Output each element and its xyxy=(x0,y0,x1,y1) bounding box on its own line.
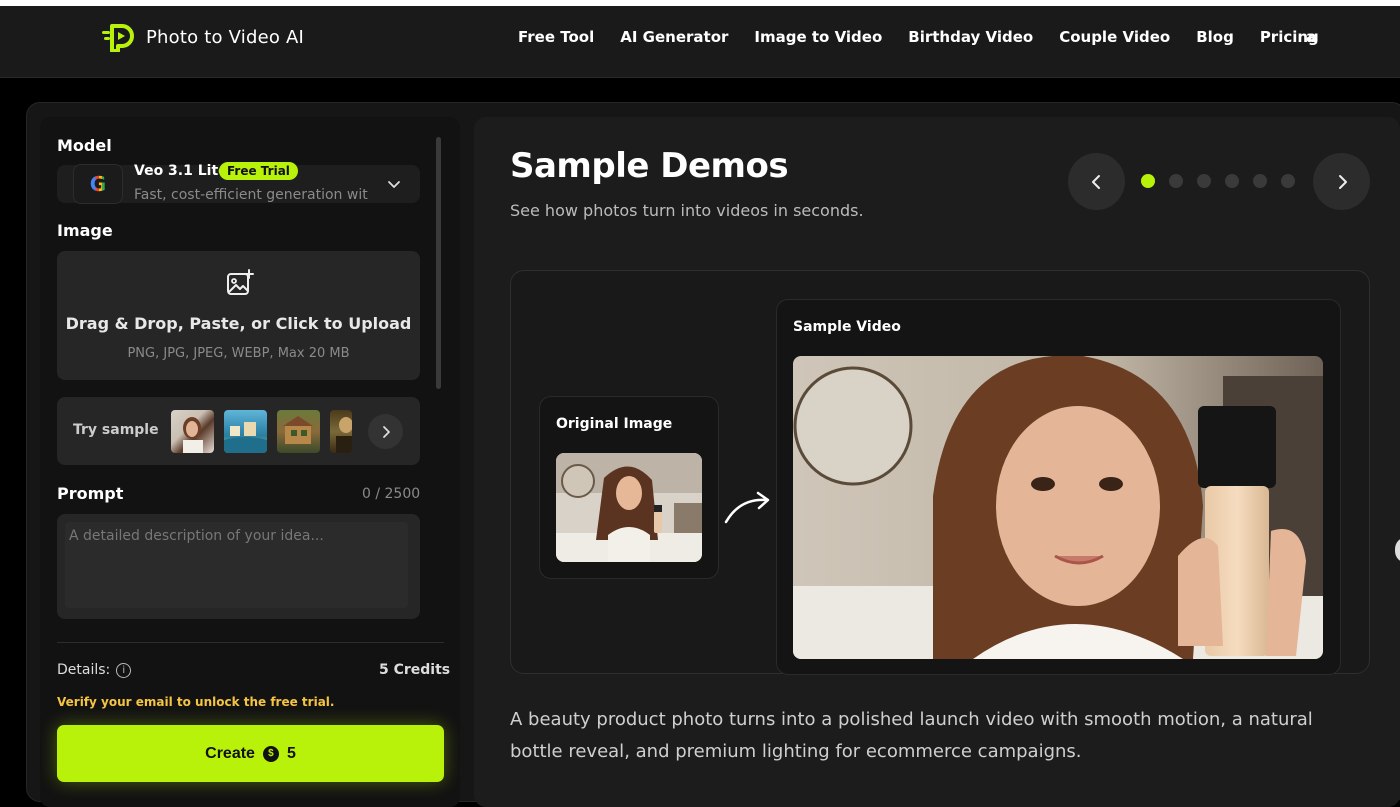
house-thumb-art xyxy=(283,416,313,444)
sample-thumb-coast[interactable] xyxy=(224,410,267,453)
demo-subtitle: See how photos turn into videos in secon… xyxy=(510,201,864,220)
chevron-right-icon xyxy=(382,425,390,438)
sample-video[interactable] xyxy=(793,356,1323,659)
carousel-dot-4[interactable] xyxy=(1225,174,1239,188)
try-sample-row: Try sample xyxy=(57,397,420,465)
google-icon: G xyxy=(73,164,123,204)
sample-next-button[interactable] xyxy=(368,414,403,449)
model-name: Veo 3.1 Lite xyxy=(134,163,228,179)
create-button[interactable]: Create $ 5 xyxy=(57,725,444,782)
model-description: Fast, cost-efficient generation wit xyxy=(134,187,368,203)
demo-caption: A beauty product photo turns into a poli… xyxy=(510,709,1313,762)
portrait-thumb-art xyxy=(183,417,203,453)
verify-email-notice: Verify your email to unlock the free tri… xyxy=(57,695,335,709)
credits-cost: 5 Credits xyxy=(379,662,451,678)
sample-thumb-woman[interactable] xyxy=(171,410,214,453)
logo-text: Photo to Video AI xyxy=(146,26,305,48)
prompt-input[interactable] xyxy=(65,522,408,608)
panel-scrollbar[interactable] xyxy=(436,137,441,389)
carousel-dot-1[interactable] xyxy=(1141,174,1155,188)
info-icon[interactable]: i xyxy=(116,662,132,678)
nav-birthday-video[interactable]: Birthday Video xyxy=(908,28,1033,46)
coast-thumb-art xyxy=(224,422,267,453)
nav-blog[interactable]: Blog xyxy=(1196,28,1234,46)
sample-video-label: Sample Video xyxy=(793,319,901,335)
image-label: Image xyxy=(57,221,113,240)
try-sample-label: Try sample xyxy=(73,422,159,438)
coin-icon: $ xyxy=(262,745,279,762)
nav-free-tool[interactable]: Free Tool xyxy=(518,28,594,46)
image-upload-dropzone[interactable]: Drag & Drop, Paste, or Click to Upload P… xyxy=(57,251,420,380)
chevron-down-icon[interactable] xyxy=(386,176,402,192)
carousel-dot-3[interactable] xyxy=(1197,174,1211,188)
sample-thumb-painting[interactable] xyxy=(330,410,352,453)
nav-image-to-video[interactable]: Image to Video xyxy=(754,28,882,46)
nav-couple-video[interactable]: Couple Video xyxy=(1059,28,1170,46)
carousel-dot-2[interactable] xyxy=(1169,174,1183,188)
chevron-left-icon xyxy=(1091,174,1100,189)
prompt-label: Prompt xyxy=(57,484,124,503)
sample-video-art xyxy=(793,356,1323,659)
carousel-prev-button[interactable] xyxy=(1068,153,1125,210)
create-cost: 5 xyxy=(286,744,296,762)
upload-formats: PNG, JPG, JPEG, WEBP, Max 20 MB xyxy=(127,346,350,361)
top-navbar: Photo to Video AI Free Tool AI Generator… xyxy=(0,6,1400,78)
details-label: Details: xyxy=(57,662,111,678)
create-label: Create xyxy=(205,744,255,762)
painting-thumb-art xyxy=(336,417,352,453)
logo-icon xyxy=(102,24,134,52)
original-image-label: Original Image xyxy=(556,416,673,432)
carousel-dots xyxy=(1141,174,1295,188)
original-image xyxy=(556,453,702,562)
details-row: Details: i xyxy=(57,662,132,678)
chevron-right-icon xyxy=(1338,174,1347,189)
model-label: Model xyxy=(57,136,112,155)
prompt-container xyxy=(57,514,420,619)
transform-arrow-icon xyxy=(724,491,770,524)
main-nav: Free Tool AI Generator Image to Video Bi… xyxy=(518,28,1319,46)
add-image-icon xyxy=(227,269,254,295)
nav-ai-generator[interactable]: AI Generator xyxy=(620,28,728,46)
demo-title: Sample Demos xyxy=(510,146,789,186)
carousel-dot-6[interactable] xyxy=(1281,174,1295,188)
logo[interactable]: Photo to Video AI xyxy=(102,22,304,52)
sample-thumb-house[interactable] xyxy=(277,410,320,453)
original-image-art xyxy=(556,453,702,562)
carousel-dot-5[interactable] xyxy=(1253,174,1267,188)
prompt-char-count: 0 / 2500 xyxy=(362,486,421,502)
google-glyph: G xyxy=(89,172,107,196)
upload-title: Drag & Drop, Paste, or Click to Upload xyxy=(65,314,412,333)
carousel-next-button[interactable] xyxy=(1313,153,1370,210)
divider xyxy=(57,642,444,643)
free-trial-badge: Free Trial xyxy=(219,162,298,180)
user-avatar[interactable]: a xyxy=(1306,28,1316,46)
